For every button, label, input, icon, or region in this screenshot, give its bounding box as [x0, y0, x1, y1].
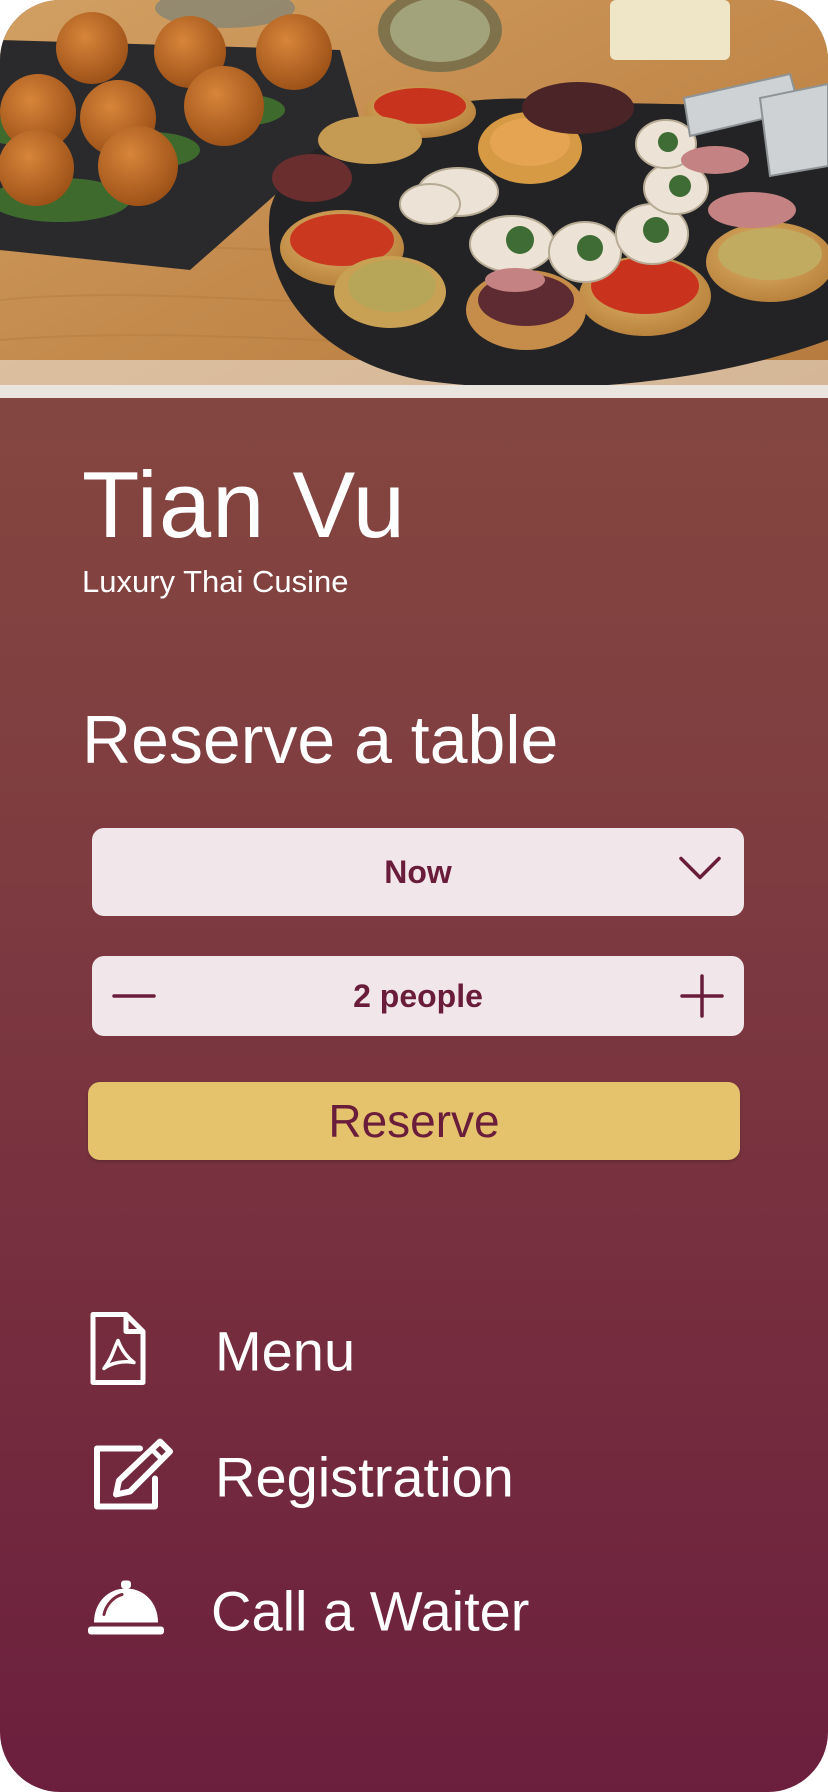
reservation-screen: Tian Vu Luxury Thai Cusine Reserve a tab…	[0, 0, 828, 1792]
plus-icon[interactable]	[678, 972, 726, 1020]
time-select-value: Now	[384, 853, 452, 890]
registration-link[interactable]: Registration	[88, 1432, 728, 1522]
menu-link-label: Menu	[215, 1319, 356, 1383]
call-waiter-link[interactable]: Call a Waiter	[88, 1566, 728, 1656]
hero-food-photo	[0, 0, 828, 398]
party-size-stepper: 2 people	[92, 956, 744, 1036]
time-select[interactable]: Now	[92, 828, 744, 916]
call-waiter-link-label: Call a Waiter	[211, 1579, 530, 1643]
menu-link[interactable]: Menu	[88, 1306, 728, 1396]
reserve-button[interactable]: Reserve	[88, 1082, 740, 1160]
chevron-down-icon	[678, 854, 722, 891]
restaurant-name: Tian Vu	[82, 452, 406, 557]
party-size-value: 2 people	[353, 977, 483, 1014]
registration-link-label: Registration	[215, 1445, 514, 1509]
restaurant-tagline: Luxury Thai Cusine	[82, 564, 349, 599]
minus-icon[interactable]	[110, 972, 158, 1020]
reserve-section-title: Reserve a table	[82, 702, 559, 778]
service-bell-icon	[88, 1579, 164, 1644]
edit-icon	[88, 1437, 174, 1518]
pdf-document-icon	[88, 1311, 148, 1392]
